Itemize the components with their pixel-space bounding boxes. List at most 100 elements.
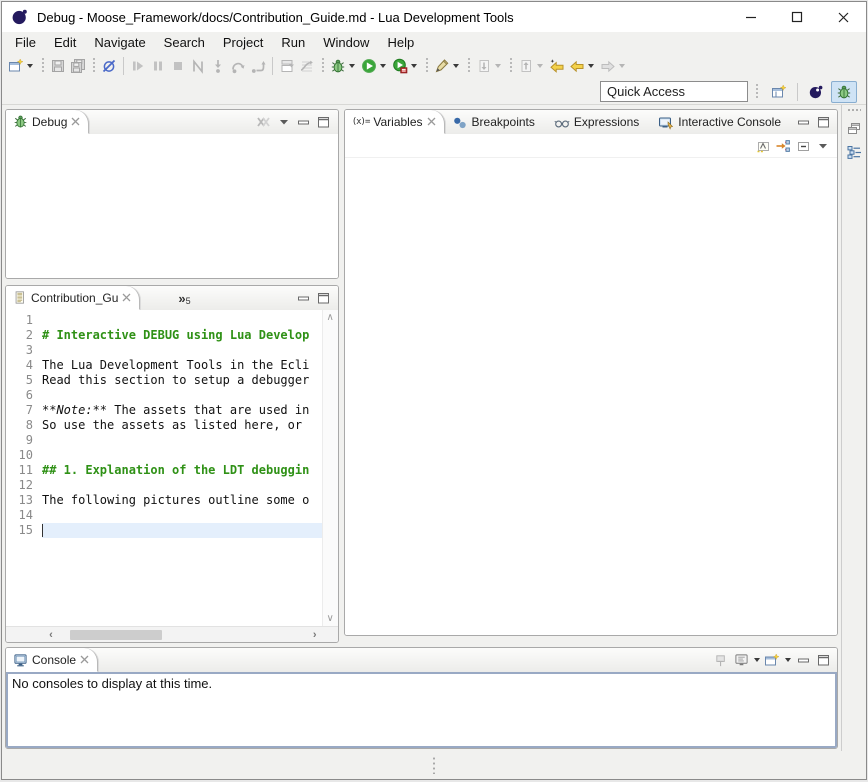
code-line[interactable]: 2# Interactive DEBUG using Lua Develop: [6, 328, 322, 343]
code-line[interactable]: 14: [6, 508, 322, 523]
maximize-view-icon[interactable]: [813, 650, 833, 670]
code-line[interactable]: 4The Lua Development Tools in the Ecli: [6, 358, 322, 373]
maximize-view-icon[interactable]: [314, 288, 334, 308]
maximize-view-icon[interactable]: [813, 112, 833, 132]
work-area: Debug: [2, 105, 866, 751]
skip-all-breakpoints-button[interactable]: [99, 54, 119, 78]
dropdown-arrow-icon: [537, 64, 543, 68]
status-drag-handle[interactable]: [432, 756, 436, 774]
debug-view-icon: [13, 114, 28, 129]
drop-to-frame-icon: [279, 58, 295, 74]
close-icon[interactable]: [122, 293, 131, 302]
code-line[interactable]: 9: [6, 433, 322, 448]
tab-console[interactable]: Console: [6, 648, 98, 672]
show-type-names-button[interactable]: [753, 136, 773, 156]
tab-expressions[interactable]: Expressions: [547, 110, 651, 134]
minimize-view-icon[interactable]: [294, 112, 314, 132]
tab-debug[interactable]: Debug: [6, 110, 89, 134]
code-line[interactable]: 3: [6, 343, 322, 358]
menu-item-run[interactable]: Run: [272, 33, 314, 52]
tab-label: Expressions: [574, 115, 639, 129]
dropdown-arrow-icon[interactable]: [453, 64, 459, 68]
code-line[interactable]: 5Read this section to setup a debugger: [6, 373, 322, 388]
tab-variables[interactable]: (x)=Variables: [345, 110, 445, 134]
line-text: [42, 478, 322, 493]
show-logical-structures-button[interactable]: [773, 136, 793, 156]
code-line[interactable]: 15: [6, 523, 322, 538]
dropdown-arrow-icon[interactable]: [754, 658, 760, 662]
menu-item-file[interactable]: File: [6, 33, 45, 52]
console-tab-label: Console: [32, 653, 76, 667]
new-wizard-button[interactable]: [6, 54, 37, 78]
code-line[interactable]: 10: [6, 448, 322, 463]
line-text: ## 1. Explanation of the LDT debuggin: [42, 463, 322, 478]
window-close-button[interactable]: [820, 2, 866, 32]
last-edit-location-button[interactable]: [547, 54, 567, 78]
dropdown-arrow-icon[interactable]: [380, 64, 386, 68]
dropdown-arrow-icon[interactable]: [27, 64, 33, 68]
scroll-down-icon[interactable]: ∨: [322, 613, 338, 624]
run-button[interactable]: [359, 54, 390, 78]
code-line[interactable]: 8So use the assets as listed here, or: [6, 418, 322, 433]
debug-perspective-button[interactable]: [831, 81, 857, 103]
save-all-button: [68, 54, 88, 78]
dropdown-arrow-icon[interactable]: [588, 64, 594, 68]
horizontal-scrollbar[interactable]: ‹ ›: [6, 626, 338, 642]
view-menu-icon[interactable]: [813, 136, 833, 156]
tab-contribution-guide[interactable]: Contribution_Gu: [6, 286, 140, 310]
horizontal-scroll-thumb[interactable]: [70, 630, 162, 640]
profile-button[interactable]: [390, 54, 421, 78]
tab-interactive-console[interactable]: Interactive Console: [651, 110, 793, 134]
line-text: The following pictures outline some o: [42, 493, 322, 508]
close-icon[interactable]: [427, 117, 436, 126]
toolbar-separator: [272, 57, 273, 75]
open-console-button[interactable]: [762, 650, 782, 670]
minimize-view-icon[interactable]: [793, 112, 813, 132]
scroll-left-icon[interactable]: ‹: [44, 629, 58, 641]
dropdown-arrow-icon[interactable]: [411, 64, 417, 68]
menu-item-search[interactable]: Search: [155, 33, 214, 52]
collapse-all-button[interactable]: [793, 136, 813, 156]
menu-item-help[interactable]: Help: [378, 33, 423, 52]
code-line[interactable]: 13The following pictures outline some o: [6, 493, 322, 508]
scroll-right-icon[interactable]: ›: [308, 629, 322, 641]
code-line[interactable]: 7**Note:** The assets that are used in: [6, 403, 322, 418]
code-line[interactable]: 1: [6, 313, 322, 328]
resume-button: [128, 54, 148, 78]
debug-button[interactable]: [328, 54, 359, 78]
menu-item-navigate[interactable]: Navigate: [85, 33, 154, 52]
outline-view-button[interactable]: [844, 142, 864, 162]
minimize-view-icon[interactable]: [294, 288, 314, 308]
menu-item-edit[interactable]: Edit: [45, 33, 85, 52]
view-menu-icon[interactable]: [274, 112, 294, 132]
menu-item-project[interactable]: Project: [214, 33, 272, 52]
external-tools-button[interactable]: [432, 54, 463, 78]
restore-views-button[interactable]: [844, 118, 864, 138]
minimize-view-icon[interactable]: [793, 650, 813, 670]
close-icon[interactable]: [80, 655, 89, 664]
maximize-view-icon[interactable]: [314, 112, 334, 132]
code-line[interactable]: 11## 1. Explanation of the LDT debuggin: [6, 463, 322, 478]
open-perspective-button[interactable]: [766, 81, 792, 103]
dropdown-arrow-icon[interactable]: [785, 658, 791, 662]
back-button[interactable]: [567, 54, 598, 78]
debug-view-content: [6, 134, 338, 278]
application-window: Debug - Moose_Framework/docs/Contributio…: [1, 1, 867, 780]
display-selected-console-button[interactable]: [731, 650, 751, 670]
trim-drag-handle[interactable]: [847, 108, 861, 112]
code-line[interactable]: 6: [6, 388, 322, 403]
code-editor[interactable]: 12# Interactive DEBUG using Lua Develop3…: [6, 310, 322, 626]
dropdown-arrow-icon[interactable]: [349, 64, 355, 68]
code-line[interactable]: 12: [6, 478, 322, 493]
tab-breakpoints[interactable]: Breakpoints: [445, 110, 547, 134]
toolbar-group-handle: [509, 58, 512, 74]
close-icon[interactable]: [71, 117, 80, 126]
menu-item-window[interactable]: Window: [314, 33, 378, 52]
lua-perspective-button[interactable]: [803, 81, 829, 103]
quick-access-input[interactable]: [600, 81, 748, 102]
window-minimize-button[interactable]: [728, 2, 774, 32]
window-maximize-button[interactable]: [774, 2, 820, 32]
vertical-scrollbar[interactable]: ∧ ∨: [322, 310, 338, 626]
scroll-up-icon[interactable]: ∧: [322, 312, 338, 323]
hidden-editors-chevron[interactable]: »5: [140, 286, 198, 310]
